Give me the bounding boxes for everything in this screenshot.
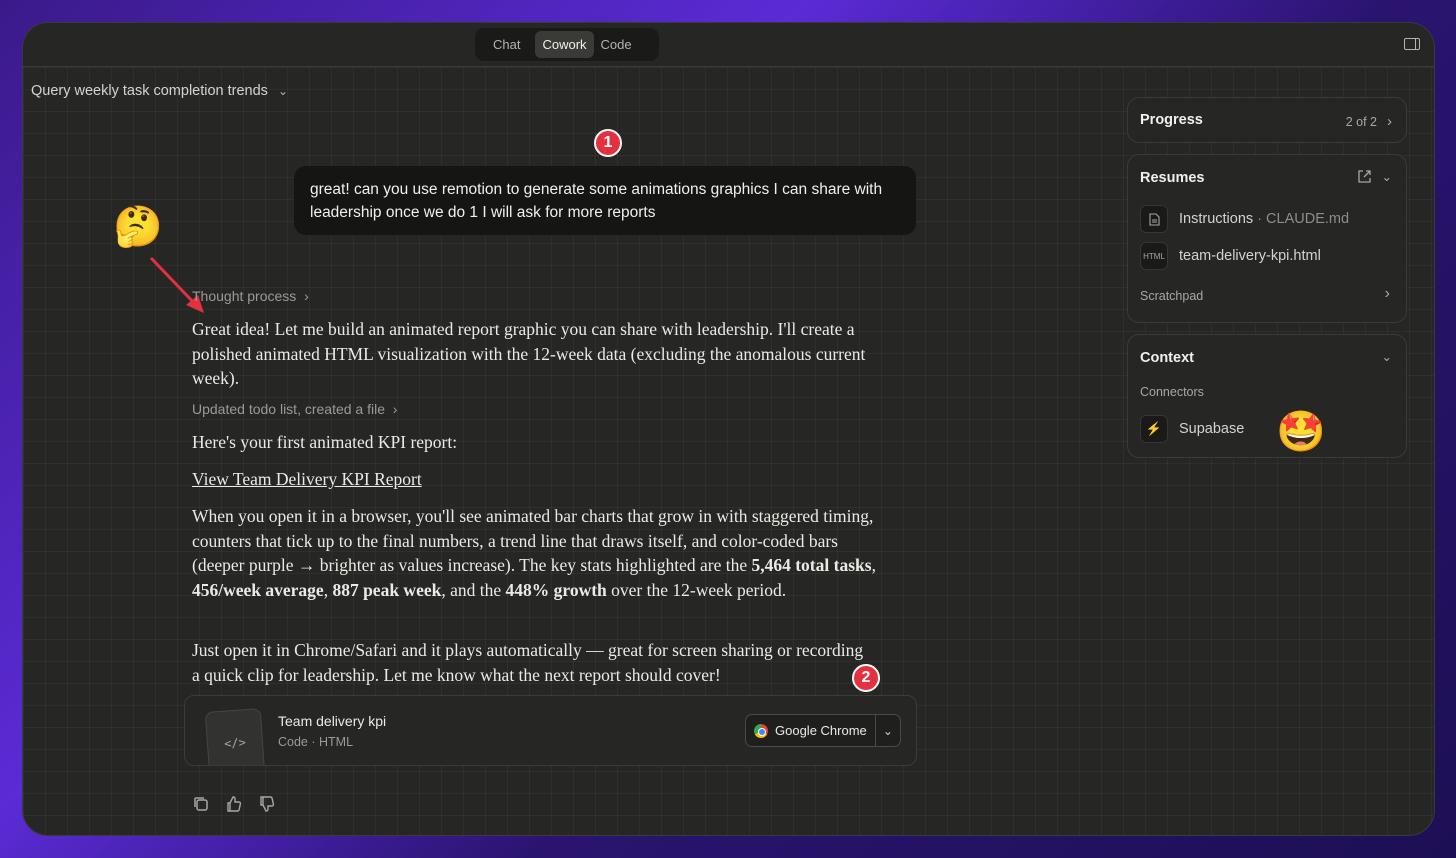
progress-panel[interactable]: Progress 2 of 2 › <box>1127 97 1407 143</box>
file-row-kpi-html[interactable]: HTML team-delivery-kpi.html <box>1140 242 1321 270</box>
chevron-down-icon[interactable]: ⌄ <box>1382 349 1392 364</box>
artifact-card[interactable]: </> Team delivery kpi Code · HTML Google… <box>184 695 917 766</box>
report-link[interactable]: View Team Delivery KPI Report <box>192 469 422 489</box>
red-arrow-icon <box>149 256 204 313</box>
supabase-icon: ⚡ <box>1140 415 1168 443</box>
doc-icon <box>1140 205 1168 233</box>
response-intro: Great idea! Let me build an animated rep… <box>192 319 866 388</box>
thought-process-toggle[interactable]: Thought process › <box>192 288 309 304</box>
open-with-button: Google Chrome ⌄ <box>745 714 901 747</box>
thought-process-label: Thought process <box>192 288 297 304</box>
todo-update-toggle[interactable]: Updated todo list, created a file › <box>192 401 397 417</box>
star-struck-icon: 🤩 <box>1276 410 1326 454</box>
chevron-down-icon: ⌄ <box>277 84 288 98</box>
annotation-marker-2: 2 <box>852 664 880 692</box>
tab-chat[interactable]: Chat <box>486 31 527 58</box>
report-details: When you open it in a browser, you'll se… <box>192 504 882 602</box>
scratchpad-label[interactable]: Scratchpad <box>1140 289 1203 303</box>
thinking-face-icon: 🤔 <box>113 205 163 249</box>
first-report-text: Here's your first animated KPI report: <box>192 432 458 452</box>
stat-weekly-average: 456/week average <box>192 579 324 600</box>
todo-update-label: Updated todo list, created a file <box>192 401 386 417</box>
closing-text: Just open it in Chrome/Safari and it pla… <box>192 640 864 685</box>
mode-switch: Chat Cowork Code <box>475 28 659 61</box>
file-name: team-delivery-kpi.html <box>1179 248 1321 264</box>
chevron-right-icon: › <box>300 288 309 304</box>
details-text-end: over the 12-week period. <box>606 579 787 600</box>
chevron-right-icon[interactable]: › <box>1385 285 1390 303</box>
thumbs-up-icon[interactable] <box>225 795 243 813</box>
conversation-title[interactable]: Query weekly task completion trends ⌄ <box>31 83 288 99</box>
message-actions <box>192 795 276 813</box>
connector-supabase[interactable]: ⚡ Supabase <box>1140 415 1244 443</box>
chevron-right-icon: › <box>388 401 398 417</box>
copy-icon[interactable] <box>192 795 210 813</box>
code-icon: </> <box>204 708 266 765</box>
context-panel: Context ⌄ Connectors ⚡ Supabase <box>1127 334 1407 458</box>
connectors-label: Connectors <box>1140 385 1204 399</box>
file-name: Instructions <box>1179 211 1254 227</box>
thumbs-down-icon[interactable] <box>258 795 276 813</box>
open-with-label: Google Chrome <box>775 723 867 738</box>
conversation-title-text: Query weekly task completion trends <box>31 83 268 99</box>
connector-name: Supabase <box>1179 421 1245 437</box>
titlebar: Chat Cowork Code <box>23 23 1434 67</box>
chevron-down-icon[interactable]: ⌄ <box>876 724 900 738</box>
progress-title: Progress <box>1140 112 1203 128</box>
tab-cowork[interactable]: Cowork <box>535 31 594 58</box>
artifact-subtitle: Code · HTML <box>278 735 354 749</box>
external-link-icon[interactable] <box>1357 169 1372 184</box>
details-sep: , and the <box>441 579 506 600</box>
resumes-title: Resumes <box>1140 170 1205 186</box>
annotation-marker-1: 1 <box>594 129 622 157</box>
file-meta: · CLAUDE.md <box>1257 211 1350 227</box>
app-window: Chat Cowork Code Query weekly task compl… <box>22 22 1435 836</box>
chevron-down-icon[interactable]: ⌄ <box>1382 169 1392 184</box>
sidebar-toggle-icon[interactable] <box>1404 38 1420 50</box>
html-file-icon: HTML <box>1140 242 1168 270</box>
stat-peak-week: 887 peak week <box>332 579 442 600</box>
open-in-chrome-button[interactable]: Google Chrome <box>746 715 876 746</box>
file-row-instructions[interactable]: Instructions · CLAUDE.md <box>1140 205 1349 233</box>
tab-code[interactable]: Code <box>594 31 639 58</box>
user-message: great! can you use remotion to generate … <box>294 166 916 235</box>
resumes-panel: Resumes ⌄ Instructions · CLAUDE.md HTML … <box>1127 154 1407 323</box>
stat-total-tasks: 5,464 total tasks <box>751 555 872 575</box>
chevron-right-icon: › <box>1387 113 1392 130</box>
progress-count: 2 of 2 <box>1345 114 1377 129</box>
stat-growth: 448% growth <box>505 579 607 600</box>
chrome-icon <box>754 723 768 738</box>
details-sep: , <box>871 555 876 575</box>
context-title: Context <box>1140 350 1194 366</box>
artifact-title: Team delivery kpi <box>278 713 387 729</box>
